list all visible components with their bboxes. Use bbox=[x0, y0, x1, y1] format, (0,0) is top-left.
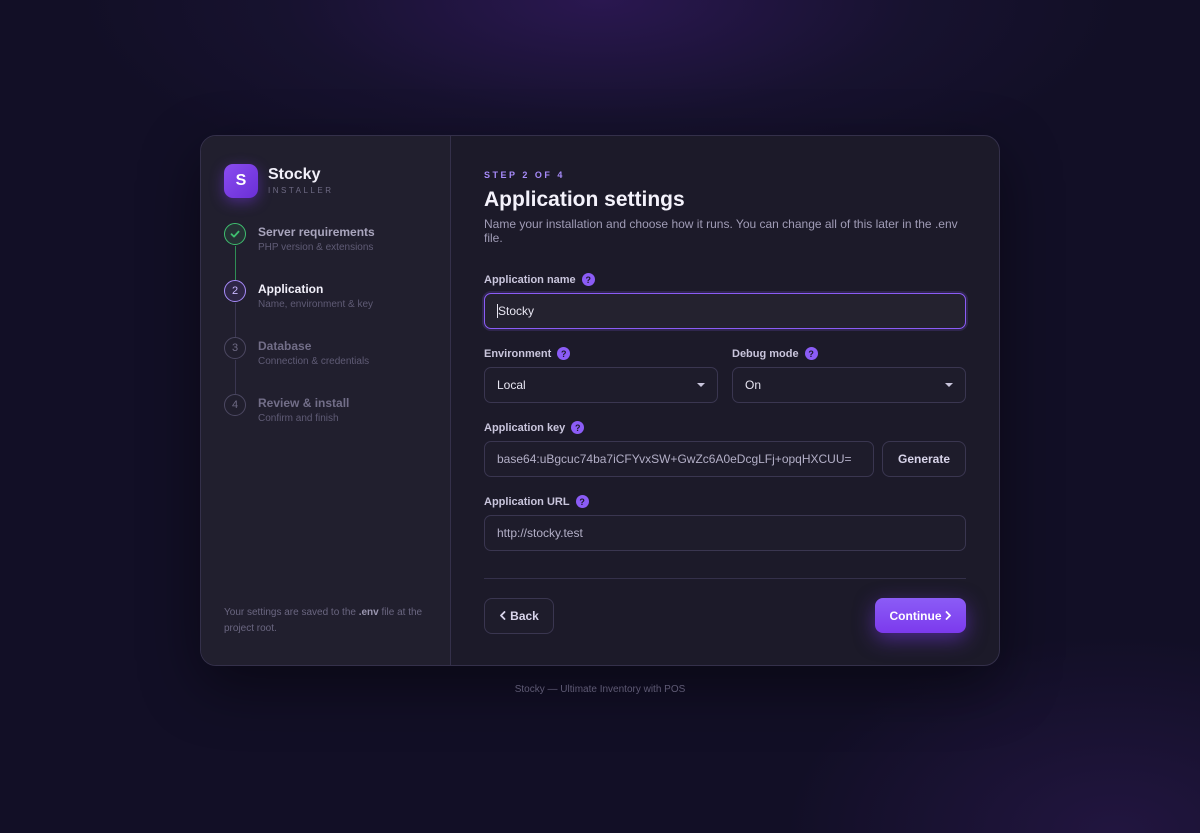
label-text: Environment bbox=[484, 347, 552, 360]
continue-label: Continue bbox=[889, 608, 942, 623]
step-description: Confirm and finish bbox=[258, 413, 339, 424]
page-title: Application settings bbox=[484, 188, 685, 211]
field-environment: Environment ? Local bbox=[484, 347, 718, 403]
step-connector bbox=[235, 303, 236, 337]
step-title: Server requirements bbox=[258, 225, 375, 239]
help-icon[interactable]: ? bbox=[557, 347, 571, 360]
chevron-right-icon bbox=[945, 609, 952, 623]
label-text: Application URL bbox=[484, 495, 570, 508]
installer-card: S Stocky INSTALLER Server requirements P… bbox=[200, 135, 1000, 666]
note-file: .env bbox=[358, 607, 379, 618]
field-label: Debug mode ? bbox=[732, 347, 966, 360]
step-database: 3 Database Connection & credentials bbox=[224, 337, 434, 394]
brand-subtitle: INSTALLER bbox=[268, 185, 334, 195]
step-number: 2 bbox=[224, 280, 246, 302]
step-number: 3 bbox=[224, 337, 246, 359]
step-title: Database bbox=[258, 339, 312, 353]
step-title: Review & install bbox=[258, 396, 350, 410]
debug-mode-select[interactable]: On bbox=[732, 367, 966, 403]
brand-logo: S bbox=[224, 164, 258, 198]
sidebar: S Stocky INSTALLER Server requirements P… bbox=[201, 136, 451, 665]
field-app-key: Application key ? base64:uBgcuc74ba7iCFY… bbox=[484, 421, 966, 477]
select-value: Local bbox=[497, 378, 526, 392]
field-label: Application name ? bbox=[484, 273, 966, 286]
main-panel: STEP 2 OF 4 Application settings Name yo… bbox=[451, 136, 999, 665]
field-label: Application URL ? bbox=[484, 495, 966, 508]
input-value: http://stocky.test bbox=[497, 526, 583, 540]
select-value: On bbox=[745, 378, 762, 392]
input-value: Stocky bbox=[498, 304, 535, 318]
step-indicator: STEP 2 OF 4 bbox=[484, 170, 565, 180]
chevron-left-icon bbox=[499, 609, 506, 623]
field-app-name: Application name ? Stocky bbox=[484, 273, 966, 329]
field-label: Application key ? bbox=[484, 421, 966, 434]
help-icon[interactable]: ? bbox=[581, 273, 595, 286]
step-application: 2 Application Name, environment & key bbox=[224, 280, 434, 337]
note-prefix: Your settings are saved to the bbox=[224, 607, 359, 618]
divider bbox=[484, 578, 966, 579]
step-description: Connection & credentials bbox=[258, 356, 370, 367]
help-icon[interactable]: ? bbox=[804, 347, 818, 360]
label-text: Application name bbox=[484, 273, 576, 286]
sidebar-note: Your settings are saved to the .env file… bbox=[224, 605, 434, 637]
step-server-requirements: Server requirements PHP version & extens… bbox=[224, 223, 434, 280]
field-app-url: Application URL ? http://stocky.test bbox=[484, 495, 966, 551]
field-row: Environment ? Local Debug mode ? On bbox=[484, 347, 966, 403]
check-icon bbox=[224, 223, 246, 245]
chevron-down-icon bbox=[697, 383, 705, 387]
step-number: 4 bbox=[224, 394, 246, 416]
app-url-input[interactable]: http://stocky.test bbox=[484, 515, 966, 551]
step-connector bbox=[235, 360, 236, 394]
input-value: base64:uBgcuc74ba7iCFYvxSW+GwZc6A0eDcgLF… bbox=[497, 452, 852, 466]
chevron-down-icon bbox=[945, 383, 953, 387]
brand: S Stocky INSTALLER bbox=[224, 164, 427, 198]
help-icon[interactable]: ? bbox=[575, 495, 589, 508]
back-button[interactable]: Back bbox=[484, 598, 554, 634]
help-icon[interactable]: ? bbox=[571, 421, 585, 434]
field-label: Environment ? bbox=[484, 347, 718, 360]
page-footer: Stocky — Ultimate Inventory with POS bbox=[514, 684, 686, 695]
step-list: Server requirements PHP version & extens… bbox=[224, 223, 434, 451]
continue-button[interactable]: Continue bbox=[875, 598, 966, 633]
generate-key-button[interactable]: Generate bbox=[882, 441, 966, 477]
app-key-row: base64:uBgcuc74ba7iCFYvxSW+GwZc6A0eDcgLF… bbox=[484, 434, 966, 477]
brand-name: Stocky bbox=[268, 165, 321, 183]
field-debug-mode: Debug mode ? On bbox=[732, 347, 966, 403]
app-key-input[interactable]: base64:uBgcuc74ba7iCFYvxSW+GwZc6A0eDcgLF… bbox=[484, 441, 874, 477]
page-subtitle: Name your installation and choose how it… bbox=[484, 217, 958, 245]
back-label: Back bbox=[510, 609, 539, 623]
step-title: Application bbox=[258, 282, 324, 296]
app-name-input[interactable]: Stocky bbox=[484, 293, 966, 329]
label-text: Debug mode bbox=[732, 347, 799, 360]
step-description: PHP version & extensions bbox=[258, 242, 374, 253]
step-connector bbox=[235, 246, 236, 280]
step-description: Name, environment & key bbox=[258, 299, 374, 310]
environment-select[interactable]: Local bbox=[484, 367, 718, 403]
step-review-install: 4 Review & install Confirm and finish bbox=[224, 394, 434, 451]
label-text: Application key bbox=[484, 421, 566, 434]
